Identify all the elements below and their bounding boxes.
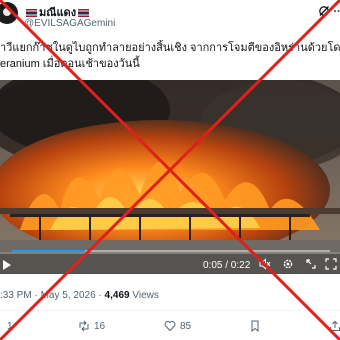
tweet-text: าวีแยกก๊าซในดูไบถูกทำลายอย่างสิ้นเชิง จา… [0, 40, 340, 72]
fire-scene-image [0, 80, 340, 274]
meta-separator: · [34, 290, 38, 301]
reply-count: 1 [7, 320, 13, 332]
like-count: 85 [180, 320, 192, 332]
tweet-meta: :33 PM · May 5, 2026 · 4,469 Views [0, 290, 159, 301]
video-time: 0:05 / 0:22 [203, 260, 251, 271]
settings-icon[interactable] [282, 258, 294, 270]
heart-icon [164, 321, 176, 332]
thai-flag-icon [26, 9, 37, 18]
share-icon [330, 320, 340, 331]
fullscreen-icon[interactable] [325, 258, 337, 270]
avatar[interactable] [0, 2, 18, 24]
tweet-date[interactable]: May 5, 2026 [41, 290, 96, 301]
tweet-time[interactable]: :33 PM [0, 290, 32, 301]
reply-button[interactable]: 1 [0, 320, 13, 332]
views-label: Views [132, 290, 159, 301]
repost-icon [79, 320, 89, 332]
meta-separator: · [98, 290, 102, 301]
video-progress-fill [12, 250, 86, 252]
divider [0, 310, 340, 311]
thai-flag-icon [78, 9, 90, 18]
grok-icon[interactable] [318, 5, 330, 17]
expand-icon[interactable] [305, 258, 317, 270]
volume-icon[interactable] [259, 258, 271, 270]
video-player[interactable] [0, 80, 340, 274]
reply-icon [0, 320, 3, 332]
like-button[interactable]: 85 [164, 320, 191, 332]
user-handle[interactable]: @EVILSAGAGemini [24, 18, 115, 29]
bookmark-button[interactable] [249, 320, 261, 332]
tweet-text-line-1: าวีแยกก๊าซในดูไบถูกทำลายอย่างสิ้นเชิง จา… [0, 42, 340, 54]
share-button[interactable] [329, 320, 340, 332]
repost-button[interactable]: 16 [78, 320, 105, 332]
tweet-text-line-2: eranium เมื่อตอนเช้าของวันนี้ [0, 58, 140, 70]
more-icon[interactable] [333, 5, 340, 17]
views-count: 4,469 [104, 290, 130, 301]
video-progress-bar[interactable] [12, 250, 330, 252]
repost-count: 16 [94, 320, 106, 332]
bookmark-icon [251, 320, 259, 332]
play-icon[interactable] [2, 259, 12, 271]
